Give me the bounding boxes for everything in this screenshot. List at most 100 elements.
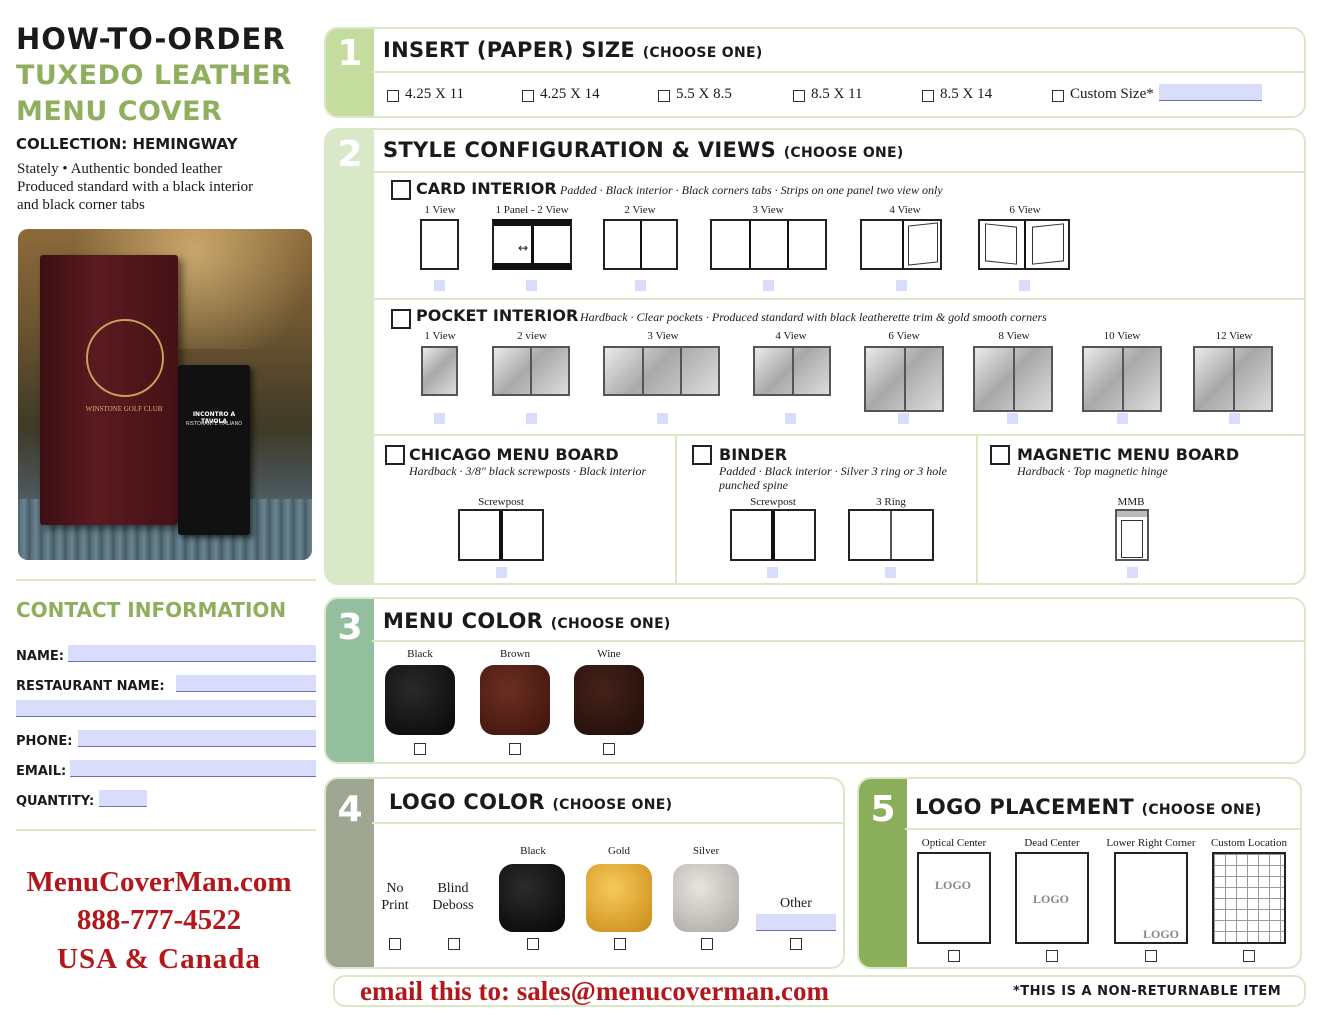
logo-other-field[interactable] [756, 914, 836, 931]
blind-line-2: Deboss [432, 898, 474, 913]
title-product-line1: TUXEDO LEATHER [16, 60, 293, 91]
logo-other-checkbox[interactable] [790, 938, 802, 950]
logo-color-label-gold: Gold [608, 845, 630, 857]
binder-view-label-2: 3 Ring [876, 496, 906, 508]
magnetic-view-label: MMB [1117, 496, 1145, 508]
card-view-label-6: 6 View [1009, 204, 1041, 216]
card-interior-checkbox[interactable] [391, 180, 411, 200]
size-checkbox-4[interactable] [793, 90, 805, 102]
placement-dead-center-image: LOGO [1015, 852, 1089, 944]
logo-color-label-silver: Silver [692, 845, 720, 857]
name-label: NAME: [16, 649, 64, 664]
card-view-checkbox-5[interactable] [896, 280, 907, 291]
card-view-checkbox-1[interactable] [434, 280, 445, 291]
menu-color-swatch-wine[interactable] [574, 665, 644, 735]
product-description: Stately • Authentic bonded leather Produ… [17, 160, 253, 214]
divider [372, 640, 1304, 642]
pocket-view-checkbox-2[interactable] [526, 413, 537, 424]
pocket-view-checkbox-3[interactable] [657, 413, 668, 424]
title-how-to-order: HOW-TO-ORDER [16, 22, 286, 56]
size-option-3: 5.5 X 8.5 [676, 86, 732, 102]
binder-view-checkbox-1[interactable] [767, 567, 778, 578]
chicago-board-checkbox[interactable] [385, 445, 405, 465]
binder-view-checkbox-2[interactable] [885, 567, 896, 578]
logo-color-checkbox-black[interactable] [527, 938, 539, 950]
card-view-checkbox-2[interactable] [526, 280, 537, 291]
section-4-title-text: LOGO COLOR [389, 790, 545, 814]
restaurant-field[interactable] [176, 675, 316, 692]
phone-label: PHONE: [16, 734, 73, 749]
logo-word: LOGO [1033, 892, 1070, 906]
email-label: EMAIL: [16, 764, 67, 779]
card-interior-note: Padded · Black interior · Black corners … [560, 183, 943, 197]
non-returnable-notice: *THIS IS A NON-RETURNABLE ITEM [1013, 984, 1282, 999]
quantity-field[interactable] [99, 790, 147, 807]
restaurant-field-line2[interactable] [16, 700, 316, 717]
name-field[interactable] [68, 645, 316, 662]
logo-color-swatch-gold[interactable] [586, 864, 652, 932]
pocket-view-checkbox-5[interactable] [898, 413, 909, 424]
divider [976, 434, 978, 584]
pocket-view-checkbox-7[interactable] [1117, 413, 1128, 424]
brand-phone[interactable]: 888-777-4522 [0, 904, 318, 937]
no-print-label: No Print [378, 880, 412, 914]
placement-checkbox-dead[interactable] [1046, 950, 1058, 962]
logo-color-checkbox-silver[interactable] [701, 938, 713, 950]
card-view-checkbox-6[interactable] [1019, 280, 1030, 291]
size-option-4: 8.5 X 11 [811, 86, 863, 102]
size-checkbox-3[interactable] [658, 90, 670, 102]
footer-email[interactable]: email this to: sales@menucoverman.com [360, 976, 829, 1007]
section-3-title-text: MENU COLOR [383, 609, 544, 633]
pocket-interior-checkbox[interactable] [391, 309, 411, 329]
pocket-view-checkbox-4[interactable] [785, 413, 796, 424]
placement-checkbox-optical[interactable] [948, 950, 960, 962]
placement-custom-grid-image [1212, 852, 1286, 944]
menu-color-checkbox-wine[interactable] [603, 743, 615, 755]
card-2-view-image [603, 219, 678, 270]
pocket-view-checkbox-1[interactable] [434, 413, 445, 424]
logo-word: LOGO [1143, 927, 1180, 941]
pocket-view-checkbox-8[interactable] [1229, 413, 1240, 424]
size-checkbox-5[interactable] [922, 90, 934, 102]
menu-color-checkbox-black[interactable] [414, 743, 426, 755]
card-interior-title: CARD INTERIOR [416, 179, 557, 198]
pocket-view-label-6: 8 View [998, 330, 1030, 342]
placement-checkbox-lower-right[interactable] [1145, 950, 1157, 962]
section-4-title: LOGO COLOR (CHOOSE ONE) [389, 790, 672, 814]
placement-label-optical: Optical Center [921, 837, 987, 849]
card-view-label-5: 4 View [889, 204, 921, 216]
pocket-view-checkbox-6[interactable] [1007, 413, 1018, 424]
section-2-title: STYLE CONFIGURATION & VIEWS (CHOOSE ONE) [383, 138, 904, 162]
phone-field[interactable] [78, 730, 316, 747]
magnetic-view-checkbox[interactable] [1127, 567, 1138, 578]
menu-color-checkbox-brown[interactable] [509, 743, 521, 755]
binder-checkbox[interactable] [692, 445, 712, 465]
logo-no-print-checkbox[interactable] [389, 938, 401, 950]
menu-color-swatch-black[interactable] [385, 665, 455, 735]
chicago-view-checkbox[interactable] [496, 567, 507, 578]
logo-color-swatch-black[interactable] [499, 864, 565, 932]
logo-other-label: Other [780, 896, 812, 911]
collection-label: COLLECTION: HEMINGWAY [16, 135, 238, 153]
logo-color-checkbox-gold[interactable] [614, 938, 626, 950]
card-view-checkbox-4[interactable] [763, 280, 774, 291]
brand-site[interactable]: MenuCoverMan.com [0, 866, 318, 899]
menu-color-swatch-brown[interactable] [480, 665, 550, 735]
desc-line-2: Produced standard with a black interior [17, 179, 254, 195]
magnetic-board-checkbox[interactable] [990, 445, 1010, 465]
custom-size-field[interactable] [1159, 84, 1262, 101]
email-field[interactable] [70, 760, 316, 777]
size-option-2: 4.25 X 14 [540, 86, 600, 102]
logo-blind-deboss-checkbox[interactable] [448, 938, 460, 950]
size-checkbox-custom[interactable] [1052, 90, 1064, 102]
binder-note-2: punched spine [719, 478, 788, 492]
size-checkbox-1[interactable] [387, 90, 399, 102]
size-checkbox-2[interactable] [522, 90, 534, 102]
logo-color-swatch-silver[interactable] [673, 864, 739, 932]
pocket-6-view-image [864, 346, 944, 412]
placement-checkbox-custom[interactable] [1243, 950, 1255, 962]
card-view-checkbox-3[interactable] [635, 280, 646, 291]
desc-line-1: Stately • Authentic bonded leather [17, 161, 223, 177]
card-4-view-image [860, 219, 942, 270]
placement-label-custom: Custom Location [1210, 837, 1288, 849]
